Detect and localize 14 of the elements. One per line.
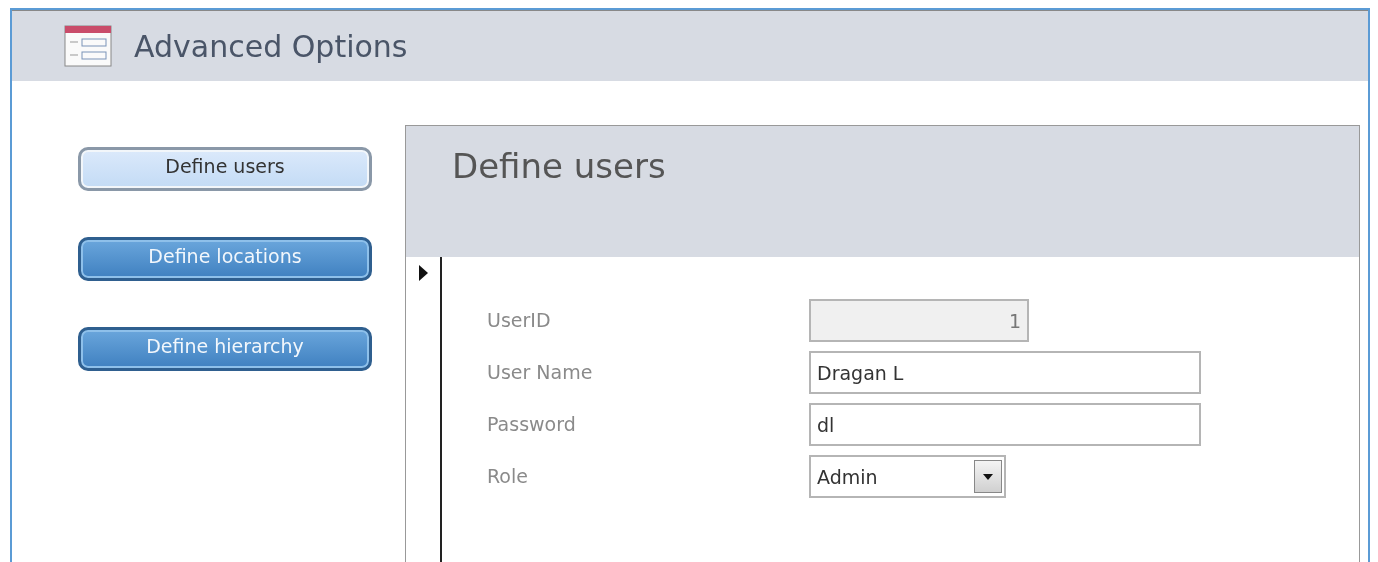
field-label: UserID	[487, 308, 552, 333]
subform-title: Define users	[452, 146, 667, 186]
field-label: Role	[487, 464, 529, 489]
nav-button[interactable]: Define users	[78, 147, 372, 191]
field-label: User Name	[487, 360, 594, 385]
role-dropdown[interactable]: Admin	[809, 455, 1006, 498]
window-title: Advanced Options	[134, 28, 408, 64]
record-pointer-icon	[418, 265, 428, 281]
text-field[interactable]: Dragan L	[809, 351, 1201, 394]
text-field[interactable]: dl	[809, 403, 1201, 446]
field-label: Password	[487, 412, 577, 437]
form-icon	[64, 25, 112, 67]
dropdown-button[interactable]	[974, 460, 1002, 493]
caret-icon	[983, 473, 993, 480]
